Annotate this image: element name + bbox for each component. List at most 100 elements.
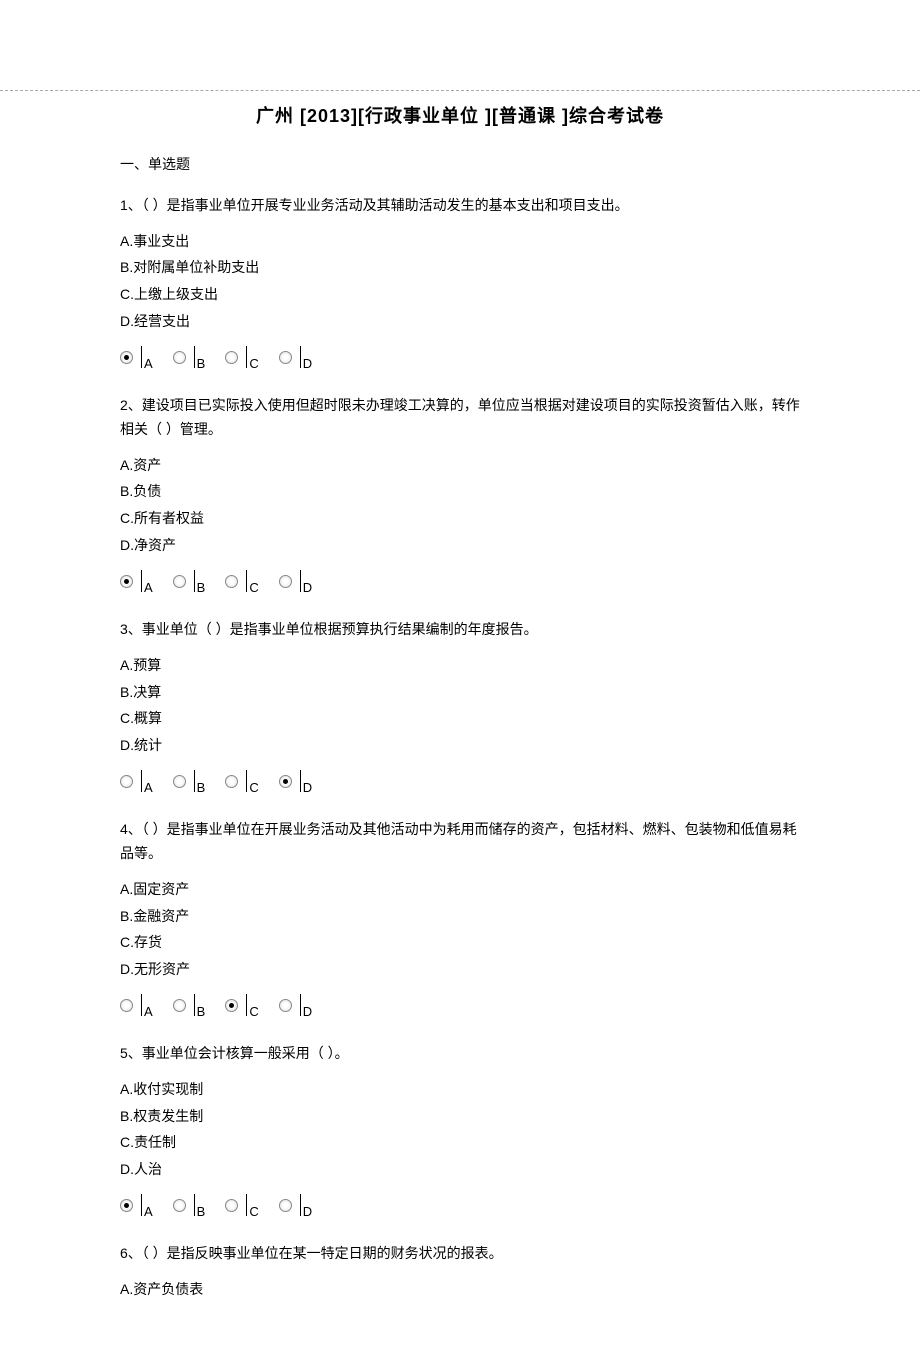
- radio-group: A B C D: [120, 342, 800, 372]
- radio-option-A[interactable]: A: [120, 346, 153, 368]
- radio-option-C[interactable]: C: [225, 770, 258, 792]
- radio-label-D: D: [303, 356, 312, 371]
- question-1: 1、（ ）是指事业单位开展专业业务活动及其辅助活动发生的基本支出和项目支出。 A.…: [120, 194, 800, 372]
- divider-line: [141, 770, 142, 792]
- radio-group: AB C D: [120, 766, 800, 796]
- option-list: A.收付实现制B.权责发生制C.责任制D.人治: [120, 1076, 800, 1182]
- radio-option-B[interactable]: B: [173, 770, 206, 792]
- radio-option-B[interactable]: B: [173, 346, 206, 368]
- question-text: 5、事业单位会计核算一般采用（ ）。: [120, 1042, 800, 1066]
- radio-label-B: B: [197, 1204, 206, 1219]
- radio-input-C[interactable]: [225, 351, 238, 364]
- radio-option-D[interactable]: D: [279, 994, 312, 1016]
- divider-line: [246, 346, 247, 368]
- radio-label-C: C: [249, 780, 258, 795]
- option-D: D.经营支出: [120, 308, 800, 335]
- radio-input-B[interactable]: [173, 999, 186, 1012]
- radio-group: A B C D: [120, 566, 800, 596]
- option-B: B.负债: [120, 478, 800, 505]
- option-D: D.净资产: [120, 532, 800, 559]
- radio-option-C[interactable]: C: [225, 994, 258, 1016]
- radio-label-C: C: [249, 1204, 258, 1219]
- divider-line: [194, 770, 195, 792]
- page-container: 广州 [2013][行政事业单位 ][普通课 ]综合考试卷 一、单选题 1、（ …: [0, 0, 920, 1365]
- radio-input-A[interactable]: [120, 351, 133, 364]
- radio-option-C[interactable]: C: [225, 346, 258, 368]
- radio-input-B[interactable]: [173, 775, 186, 788]
- top-divider: [0, 90, 920, 92]
- option-list: A.资产B.负债C.所有者权益D.净资产: [120, 452, 800, 558]
- questions-container: 1、（ ）是指事业单位开展专业业务活动及其辅助活动发生的基本支出和项目支出。 A.…: [120, 194, 800, 1303]
- radio-option-A[interactable]: A: [120, 770, 153, 792]
- question-text: 1、（ ）是指事业单位开展专业业务活动及其辅助活动发生的基本支出和项目支出。: [120, 194, 800, 218]
- radio-input-D[interactable]: [279, 999, 292, 1012]
- radio-label-A: A: [144, 1204, 153, 1219]
- option-C: C.存货: [120, 929, 800, 956]
- radio-option-B[interactable]: B: [173, 994, 206, 1016]
- question-text: 3、事业单位（ ）是指事业单位根据预算执行结果编制的年度报告。: [120, 618, 800, 642]
- section-title: 一、单选题: [120, 154, 800, 174]
- radio-label-C: C: [249, 356, 258, 371]
- radio-option-D[interactable]: D: [279, 346, 312, 368]
- radio-input-C[interactable]: [225, 775, 238, 788]
- option-A: A.资产: [120, 452, 800, 479]
- radio-input-D[interactable]: [279, 575, 292, 588]
- divider-line: [300, 346, 301, 368]
- question-6: 6、（ ）是指反映事业单位在某一特定日期的财务状况的报表。 A.资产负债表: [120, 1242, 800, 1302]
- radio-input-A[interactable]: [120, 775, 133, 788]
- radio-option-B[interactable]: B: [173, 570, 206, 592]
- option-C: C.概算: [120, 705, 800, 732]
- radio-label-D: D: [303, 1204, 312, 1219]
- radio-label-D: D: [303, 780, 312, 795]
- radio-input-D[interactable]: [279, 775, 292, 788]
- radio-label-A: A: [144, 356, 153, 371]
- radio-input-D[interactable]: [279, 1199, 292, 1212]
- radio-label-C: C: [249, 1004, 258, 1019]
- option-D: D.人治: [120, 1156, 800, 1183]
- radio-option-A[interactable]: A: [120, 1194, 153, 1216]
- radio-option-C[interactable]: C: [225, 1194, 258, 1216]
- radio-option-A[interactable]: A: [120, 994, 153, 1016]
- option-list: A.资产负债表: [120, 1276, 800, 1303]
- radio-input-C[interactable]: [225, 999, 238, 1012]
- divider-line: [194, 994, 195, 1016]
- option-C: C.所有者权益: [120, 505, 800, 532]
- divider-line: [300, 1194, 301, 1216]
- radio-input-B[interactable]: [173, 575, 186, 588]
- radio-option-D[interactable]: D: [279, 1194, 312, 1216]
- radio-option-D[interactable]: D: [279, 570, 312, 592]
- radio-option-B[interactable]: B: [173, 1194, 206, 1216]
- divider-line: [141, 994, 142, 1016]
- radio-input-C[interactable]: [225, 1199, 238, 1212]
- radio-label-B: B: [197, 580, 206, 595]
- divider-line: [194, 346, 195, 368]
- radio-input-A[interactable]: [120, 575, 133, 588]
- radio-option-A[interactable]: A: [120, 570, 153, 592]
- divider-line: [141, 570, 142, 592]
- radio-label-B: B: [197, 1004, 206, 1019]
- radio-input-D[interactable]: [279, 351, 292, 364]
- option-B: B.对附属单位补助支出: [120, 254, 800, 281]
- radio-option-D[interactable]: D: [279, 770, 312, 792]
- divider-line: [300, 770, 301, 792]
- question-text: 2、建设项目已实际投入使用但超时限未办理竣工决算的，单位应当根据对建设项目的实际…: [120, 394, 800, 442]
- question-text: 6、（ ）是指反映事业单位在某一特定日期的财务状况的报表。: [120, 1242, 800, 1266]
- radio-input-A[interactable]: [120, 1199, 133, 1212]
- radio-label-A: A: [144, 580, 153, 595]
- radio-input-B[interactable]: [173, 351, 186, 364]
- option-list: A.固定资产B.金融资产C.存货D.无形资产: [120, 876, 800, 982]
- option-A: A.资产负债表: [120, 1276, 800, 1303]
- divider-line: [300, 570, 301, 592]
- radio-label-A: A: [144, 1004, 153, 1019]
- radio-input-B[interactable]: [173, 1199, 186, 1212]
- radio-input-C[interactable]: [225, 575, 238, 588]
- question-4: 4、（ ）是指事业单位在开展业务活动及其他活动中为耗用而储存的资产，包括材料、燃…: [120, 818, 800, 1020]
- option-D: D.统计: [120, 732, 800, 759]
- radio-input-A[interactable]: [120, 999, 133, 1012]
- option-list: A.事业支出B.对附属单位补助支出C.上缴上级支出D.经营支出: [120, 228, 800, 334]
- radio-option-C[interactable]: C: [225, 570, 258, 592]
- divider-line: [194, 1194, 195, 1216]
- option-C: C.责任制: [120, 1129, 800, 1156]
- radio-label-D: D: [303, 580, 312, 595]
- divider-line: [141, 346, 142, 368]
